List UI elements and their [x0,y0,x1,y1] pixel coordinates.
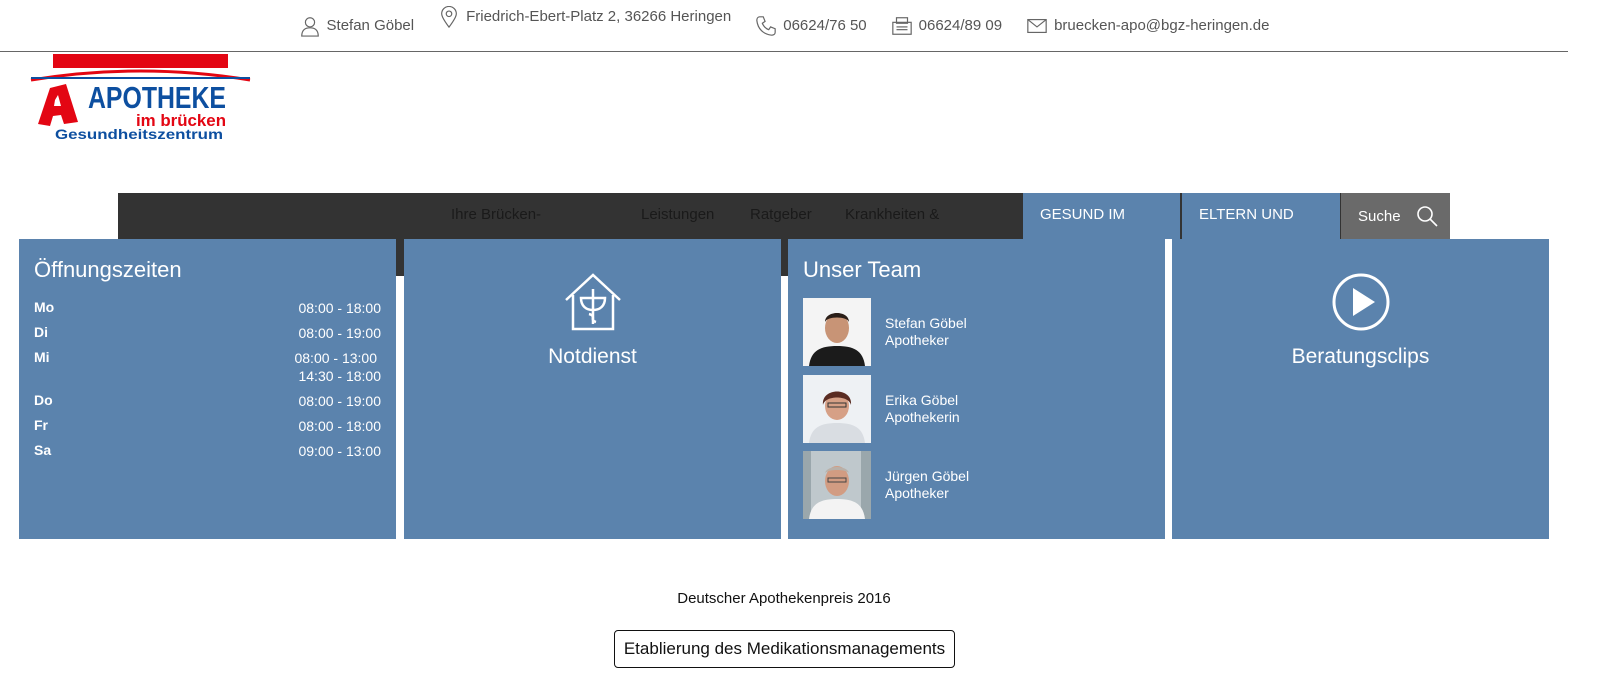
hours-day: Mi [34,349,50,365]
member-role: Apotheker [885,332,949,348]
nav-item-ihre-bruecken[interactable]: Ihre Brücken- [451,193,541,239]
contact-name: Stefan Göbel [299,15,415,37]
hours-time-second: 14:30 - 18:00 [298,368,381,384]
hours-time: 08:00 - 19:00 [298,325,381,341]
opening-hours-title: Öffnungszeiten [34,257,182,282]
member-info: Jürgen Göbel Apotheker [885,468,969,502]
pharmacy-logo[interactable]: APOTHEKE im brücken Gesundheitszentrum [28,40,253,150]
nav-item-krankheiten[interactable]: Krankheiten & [845,193,939,239]
member-role: Apothekerin [885,409,960,425]
member-name: Erika Göbel [885,392,959,408]
hours-day: Sa [34,442,52,458]
contact-email-text: bruecken-apo@bgz-heringen.de [1054,17,1270,34]
location-pin-icon [441,5,458,28]
pharmacy-house-icon [564,273,621,331]
member-info: Stefan Göbel Apotheker [885,315,967,349]
hours-day: Fr [34,417,48,433]
contact-email[interactable]: bruecken-apo@bgz-heringen.de [1026,15,1269,37]
team-panel: Unser Team Stefan Göbel Apotheker Erika … [788,239,1165,539]
contact-address-text: Friedrich-Ebert-Platz 2, 36266 Heringen [466,8,732,25]
contact-bar: Stefan Göbel Friedrich-Ebert-Platz 2, 36… [0,0,1568,52]
opening-hours-panel: Öffnungszeiten Mo 08:00 - 18:00 Di 08:00… [19,239,396,539]
contact-fax: 06624/89 09 [891,15,1002,37]
team-title: Unser Team [803,257,922,282]
avatar [803,451,871,519]
avatar-photo [803,451,871,519]
avatar-photo [803,298,871,366]
contact-phone-text: 06624/76 50 [783,17,867,34]
clips-icon-wrap [1172,272,1549,337]
notdienst-label: Notdienst [548,345,637,368]
hours-day: Do [34,392,53,408]
team-member[interactable]: Stefan Göbel Apotheker [803,298,967,366]
member-role: Apotheker [885,485,949,501]
beratungsclips-panel[interactable]: Beratungsclips [1172,239,1549,539]
hours-time: 09:00 - 13:00 [298,443,381,459]
avatar [803,375,871,443]
contact-phone[interactable]: 06624/76 50 [755,15,867,37]
person-icon [300,16,319,37]
hours-day: Di [34,324,48,340]
phone-icon [756,15,776,36]
member-info: Erika Göbel Apothekerin [885,392,960,426]
search-label: Suche [1358,207,1401,225]
avatar [803,298,871,366]
award-text: Deutscher Apothekenpreis 2016 [677,590,891,607]
member-name: Stefan Göbel [885,315,967,331]
award-button[interactable]: Etablierung des Medikationsmanagements [614,630,955,668]
nav-item-leistungen[interactable]: Leistungen [641,193,714,239]
play-icon [1332,273,1389,331]
nav-item-gesund-im[interactable]: GESUND IM [1023,193,1180,239]
contact-address: Friedrich-Ebert-Platz 2, 36266 Heringen [438,5,732,28]
nav-item-eltern-und[interactable]: ELTERN UND [1182,193,1340,239]
envelope-icon [1027,18,1047,33]
hours-day: Mo [34,299,55,315]
logo-line1: APOTHEKE [88,80,226,115]
hours-time: 08:00 - 18:00 [298,418,381,434]
team-member[interactable]: Erika Göbel Apothekerin [803,375,960,443]
avatar-photo [803,375,871,443]
member-name: Jürgen Göbel [885,468,970,484]
hours-time: 08:00 - 19:00 [298,393,381,409]
fax-icon [891,16,912,35]
logo-line3: Gesundheitszentrum [55,126,223,142]
pharmacy-logo-graphic: APOTHEKE im brücken Gesundheitszentrum [30,54,251,142]
nav-item-ratgeber[interactable]: Ratgeber [750,193,812,239]
notdienst-panel[interactable]: Notdienst [404,239,781,539]
hours-time: 08:00 - 13:00 [294,350,377,366]
contact-name-text: Stefan Göbel [326,17,415,34]
search-button[interactable]: Suche [1341,193,1450,239]
hours-time: 08:00 - 18:00 [298,300,381,316]
contact-fax-text: 06624/89 09 [918,17,1003,34]
team-member[interactable]: Jürgen Göbel Apotheker [803,451,969,519]
notdienst-icon-wrap [404,272,781,337]
clips-label: Beratungsclips [1291,345,1430,368]
search-icon [1416,206,1438,227]
